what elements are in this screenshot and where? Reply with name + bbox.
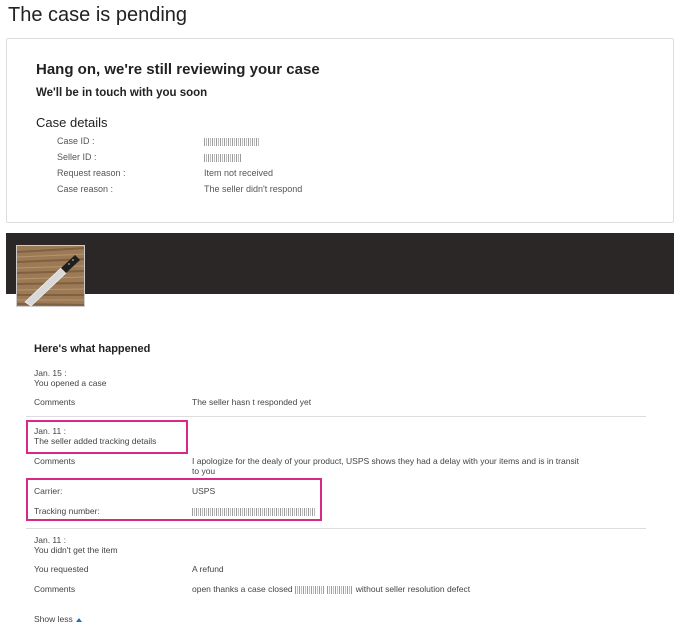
event-2-comments-label: Comments (34, 456, 76, 466)
event-2-title: The seller added tracking details (34, 436, 157, 446)
knife-on-wood-image[interactable] (16, 245, 85, 307)
event-3-comments-label: Comments (34, 584, 76, 594)
event-2-comments-line-2: to you (192, 466, 216, 476)
case-review-card: Hang on, we're still reviewing your case… (6, 38, 674, 223)
redacted-tracking-number (192, 507, 316, 516)
item-thumbnail-graphic (17, 246, 84, 306)
case-id-value (204, 136, 260, 146)
event-1-comments-value: The seller hasn t responded yet (192, 397, 312, 407)
event-1-title: You opened a case (34, 378, 107, 388)
caret-up-icon (75, 617, 82, 622)
carrier-value: USPS (192, 486, 216, 496)
requested-value: A refund (192, 564, 224, 574)
show-less-link[interactable]: Show less (34, 614, 82, 624)
requested-label: You requested (34, 564, 89, 574)
request-reason-label: Request reason : (57, 168, 126, 178)
seller-id-value (204, 152, 242, 162)
event-2-date: Jan. 11 : (34, 426, 66, 436)
event-1-date: Jan. 15 : (34, 368, 67, 378)
tracking-number-value (192, 506, 316, 516)
event-3-comments-pre: open thanks a case closed (192, 584, 293, 594)
case-reason-label: Case reason : (57, 184, 114, 194)
event-3-title: You didn't get the item (34, 545, 118, 555)
redacted-seller-id (204, 153, 242, 162)
item-banner (6, 233, 674, 294)
page-title: The case is pending (8, 4, 188, 26)
tracking-number-label: Tracking number: (34, 506, 100, 516)
timeline-heading: Here's what happened (34, 343, 151, 355)
redacted-text (295, 585, 326, 594)
event-2-comments-line-1: I apologize for the dealy of your produc… (192, 456, 579, 466)
event-1-comments-label: Comments (34, 397, 76, 407)
redacted-case-id (204, 137, 260, 146)
event-3-comments-value: open thanks a case closed without seller… (192, 584, 470, 594)
case-id-label: Case ID : (57, 136, 95, 146)
review-heading: Hang on, we're still reviewing your case (36, 61, 320, 78)
case-reason-value: The seller didn't respond (204, 184, 303, 194)
event-3-date: Jan. 11 : (34, 535, 66, 545)
case-details-heading: Case details (36, 115, 108, 130)
event-divider (26, 416, 646, 417)
redacted-text (327, 585, 354, 594)
event-divider (26, 528, 646, 529)
request-reason-value: Item not received (204, 168, 274, 178)
show-less-label: Show less (34, 614, 73, 624)
review-subheading: We'll be in touch with you soon (36, 87, 208, 99)
event-3-comments-post: without seller resolution defect (355, 584, 471, 594)
seller-id-label: Seller ID : (57, 152, 97, 162)
carrier-label: Carrier: (34, 486, 63, 496)
